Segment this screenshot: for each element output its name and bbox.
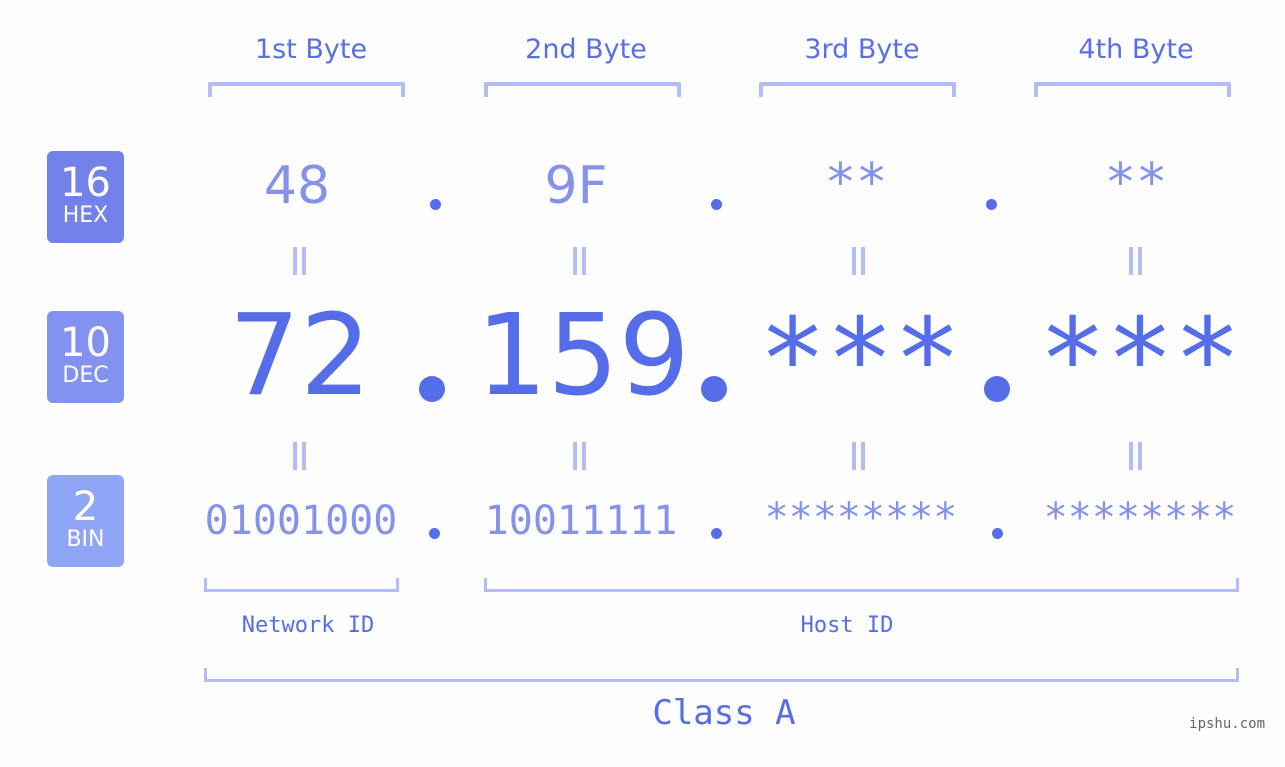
equals-icon xyxy=(850,247,866,275)
hex-separator-dot-2 xyxy=(711,199,722,210)
byte-header-1: 1st Byte xyxy=(254,34,368,65)
equals-icon xyxy=(850,442,866,470)
bin-value-2: 10011111 xyxy=(484,498,678,544)
equals-icon xyxy=(571,442,587,470)
host-id-bracket xyxy=(484,578,1239,592)
dec-value-2: 159 xyxy=(476,291,690,421)
hex-badge: 16 HEX xyxy=(47,151,124,243)
hex-value-4: ** xyxy=(1104,153,1168,213)
bin-value-3: ******** xyxy=(764,495,958,541)
network-id-bracket xyxy=(204,578,399,592)
equals-icon xyxy=(291,442,307,470)
dec-value-4: *** xyxy=(1038,295,1242,425)
equals-icon xyxy=(571,247,587,275)
byte-bracket-1 xyxy=(208,82,405,97)
bin-base-label: BIN xyxy=(66,527,105,552)
byte-header-2: 2nd Byte xyxy=(525,34,647,65)
bin-separator-dot-3 xyxy=(992,528,1003,539)
class-bracket xyxy=(204,668,1239,682)
hex-separator-dot-3 xyxy=(986,199,997,210)
equals-icon xyxy=(1127,247,1143,275)
bin-separator-dot-2 xyxy=(711,528,722,539)
hex-value-3: ** xyxy=(824,153,888,213)
dec-value-1: 72 xyxy=(228,291,372,421)
dec-value-3: *** xyxy=(758,295,962,425)
bin-value-4: ******** xyxy=(1043,495,1237,541)
watermark: ipshu.com xyxy=(1189,716,1265,732)
hex-base-label: HEX xyxy=(62,203,109,228)
hex-separator-dot-1 xyxy=(430,199,441,210)
equals-icon xyxy=(1127,442,1143,470)
byte-header-4: 4th Byte xyxy=(1078,34,1194,65)
dec-base-label: DEC xyxy=(62,363,109,388)
hex-value-2: 9F xyxy=(544,156,608,216)
bin-value-1: 01001000 xyxy=(204,498,398,544)
dec-base-number: 10 xyxy=(60,320,111,366)
bin-badge: 2 BIN xyxy=(47,475,124,567)
class-label: Class A xyxy=(652,693,796,733)
host-id-label: Host ID xyxy=(800,613,894,638)
byte-bracket-3 xyxy=(759,82,956,97)
byte-bracket-2 xyxy=(484,82,681,97)
dec-badge: 10 DEC xyxy=(47,311,124,403)
equals-icon xyxy=(291,247,307,275)
byte-header-3: 3rd Byte xyxy=(804,34,920,65)
byte-bracket-4 xyxy=(1034,82,1231,97)
dec-separator-dot-1 xyxy=(419,376,445,402)
bin-separator-dot-1 xyxy=(429,528,440,539)
network-id-label: Network ID xyxy=(241,613,375,638)
hex-base-number: 16 xyxy=(60,160,111,206)
bin-base-number: 2 xyxy=(72,484,99,530)
hex-value-1: 48 xyxy=(263,156,331,216)
